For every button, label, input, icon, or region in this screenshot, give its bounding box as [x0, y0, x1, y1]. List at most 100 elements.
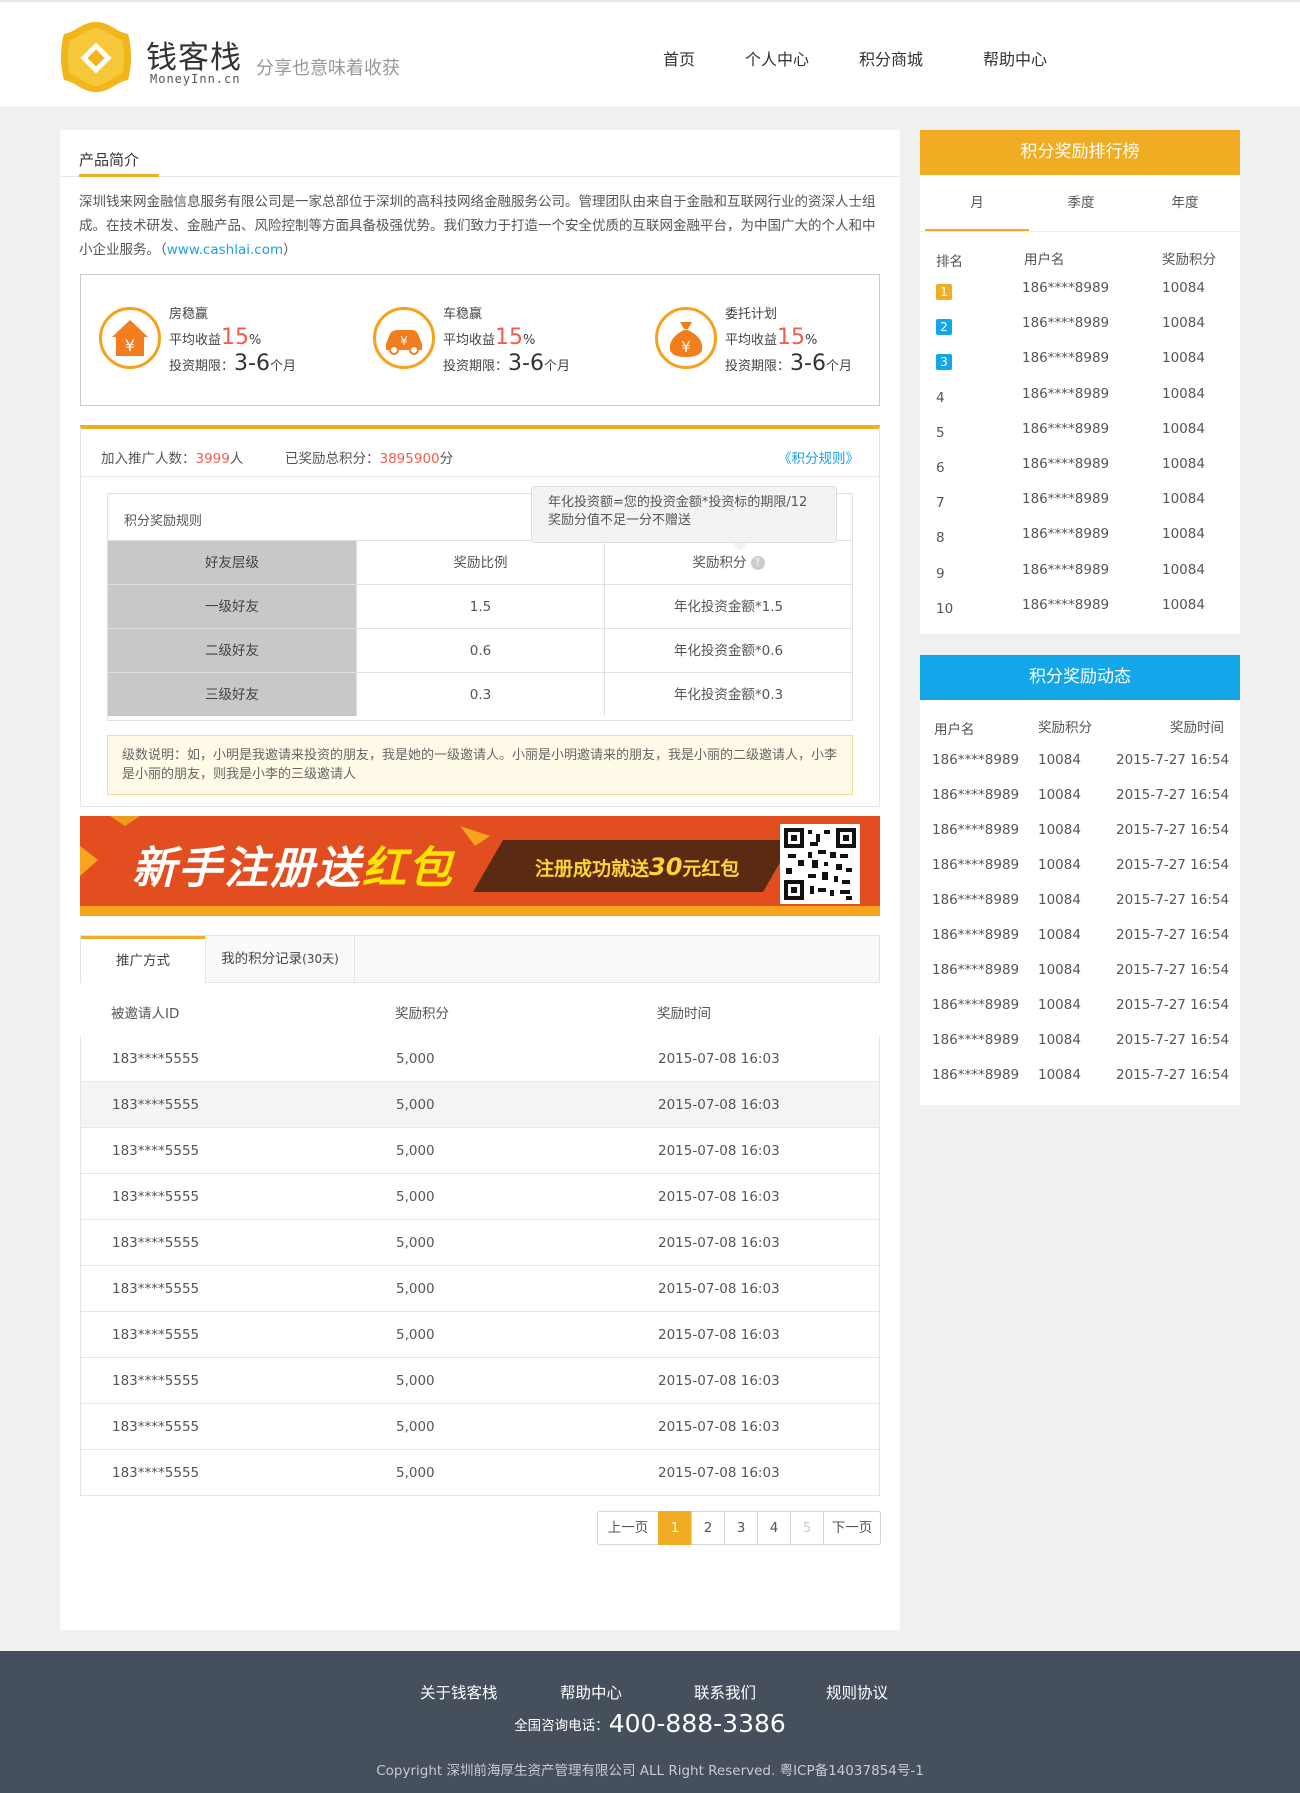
- product-car[interactable]: ¥ 车稳赢 平均收益15% 投资期限：3-6个月: [373, 303, 613, 383]
- table-row: 183****5555 5,000 2015-07-08 16:03: [80, 1266, 880, 1312]
- nav-home[interactable]: 首页: [663, 46, 695, 70]
- tab-month[interactable]: 月: [925, 175, 1029, 231]
- divider: [81, 476, 879, 477]
- site-link[interactable]: www.cashlai.com: [167, 242, 283, 258]
- rank-user: 186****8989: [1022, 596, 1110, 613]
- feed-time: 2015-7-27 16:54: [1116, 1032, 1230, 1048]
- joined-count: 加入推广人数：3999人: [101, 451, 244, 467]
- intro-title: 产品简介: [79, 151, 140, 169]
- svg-text:¥: ¥: [125, 336, 135, 355]
- page-5-button[interactable]: 5: [790, 1511, 824, 1545]
- table-row: 183****5555 5,000 2015-07-08 16:03: [80, 1220, 880, 1266]
- feed-time: 2015-7-27 16:54: [1116, 927, 1230, 943]
- product-house[interactable]: ¥ 房稳赢 平均收益15% 投资期限：3-6个月: [99, 303, 339, 383]
- feed-user: 186****8989: [932, 892, 1020, 908]
- nav-personal-center[interactable]: 个人中心: [745, 46, 809, 70]
- title-underline: [79, 174, 159, 177]
- page-1-button[interactable]: 1: [658, 1511, 692, 1545]
- column-header-user: 用户名: [1024, 252, 1065, 268]
- divider: [920, 231, 1240, 232]
- ranking-panel: 积分奖励排行榜 月 季度 年度 排名 用户名 奖励积分 1 186****8989…: [920, 130, 1240, 634]
- signup-banner[interactable]: 新手注册送红包 注册成功就送30元红包: [80, 816, 880, 916]
- feed-points: 10084: [1038, 927, 1081, 943]
- rank-number: 7: [936, 495, 945, 512]
- table-header: 好友层级: [108, 540, 356, 584]
- formula-tooltip: 年化投资额=您的投资金额*投资标的期限/12 奖励分值不足一分不赠送: [531, 486, 837, 551]
- rank-number: 10: [936, 600, 954, 617]
- feed-user: 186****8989: [932, 857, 1020, 873]
- page-3-button[interactable]: 3: [724, 1511, 758, 1545]
- table-cell: 三级好友: [108, 672, 356, 716]
- feed-user: 186****8989: [932, 787, 1020, 803]
- site-header: 钱客栈 MoneyInn.cn 分享也意味着收获 首页 个人中心 积分商城 帮助…: [0, 0, 1300, 108]
- feed-time: 2015-7-27 16:54: [1116, 752, 1230, 768]
- feed-points: 10084: [1038, 962, 1081, 978]
- table-row: 183****5555 5,000 2015-07-08 16:03: [80, 1082, 880, 1128]
- column-header-time: 奖励时间: [657, 1006, 711, 1022]
- feed-time: 2015-7-27 16:54: [1116, 892, 1230, 908]
- tab-year[interactable]: 年度: [1133, 175, 1237, 231]
- next-page-button[interactable]: 下一页: [823, 1511, 881, 1545]
- rules-title: 积分奖励规则: [124, 514, 203, 529]
- activity-title: 积分奖励动态: [920, 655, 1240, 700]
- ranking-title: 积分奖励排行榜: [920, 130, 1240, 175]
- feed-time: 2015-7-27 16:54: [1116, 822, 1230, 838]
- table-row: 183****5555 5,000 2015-07-08 16:03: [80, 1404, 880, 1450]
- points-rules-link[interactable]: 《积分规则》: [778, 447, 859, 467]
- rank-user: 186****8989: [1022, 456, 1110, 472]
- rank-points: 10084: [1162, 420, 1205, 437]
- rank-number: 3: [936, 354, 952, 371]
- rank-number: 5: [936, 424, 945, 441]
- tab-quarter[interactable]: 季度: [1029, 175, 1133, 231]
- rank-points: 10084: [1162, 491, 1205, 508]
- rank-user: 186****8989: [1022, 315, 1110, 332]
- table-cell: 0.6: [356, 628, 604, 672]
- table-row: 183****5555 5,000 2015-07-08 16:03: [80, 1450, 880, 1496]
- help-icon[interactable]: ?: [750, 556, 765, 570]
- table-cell: 二级好友: [108, 628, 356, 672]
- logo-subtitle: MoneyInn.cn: [150, 72, 241, 86]
- table-row: 183****5555 5,000 2015-07-08 16:03: [80, 1312, 880, 1358]
- column-header-time: 奖励时间: [1170, 720, 1224, 736]
- record-tabs: 推广方式 我的积分记录(30天): [80, 935, 880, 983]
- feed-user: 186****8989: [932, 962, 1020, 978]
- tab-promotion-method[interactable]: 推广方式: [81, 936, 205, 983]
- footer-link-rules[interactable]: 规则协议: [826, 1681, 888, 1703]
- feed-points: 10084: [1038, 1032, 1081, 1048]
- slogan: 分享也意味着收获: [256, 58, 400, 79]
- feed-user: 186****8989: [932, 1067, 1020, 1083]
- prev-page-button[interactable]: 上一页: [597, 1511, 659, 1545]
- feed-time: 2015-7-27 16:54: [1116, 787, 1230, 803]
- feed-points: 10084: [1038, 997, 1081, 1013]
- nav-points-mall[interactable]: 积分商城: [859, 46, 923, 70]
- table-header: 奖励比例: [356, 540, 604, 584]
- moneybag-yuan-icon: ¥: [655, 307, 717, 369]
- feed-points: 10084: [1038, 892, 1081, 908]
- rank-number: 1: [936, 284, 952, 300]
- footer-link-about[interactable]: 关于钱客栈: [420, 1681, 498, 1703]
- rank-points: 10084: [1162, 350, 1205, 367]
- rank-points: 10084: [1162, 315, 1205, 332]
- feed-user: 186****8989: [932, 927, 1020, 943]
- house-yuan-icon: ¥: [99, 307, 161, 369]
- rank-number: 4: [936, 389, 945, 406]
- logo-text[interactable]: 钱客栈: [146, 32, 242, 77]
- rank-points: 10084: [1162, 596, 1205, 613]
- footer-link-contact[interactable]: 联系我们: [694, 1681, 756, 1703]
- rank-points: 10084: [1162, 280, 1205, 296]
- column-header-rank: 排名: [936, 254, 963, 270]
- logo-icon[interactable]: [58, 20, 134, 94]
- product-trust-plan[interactable]: ¥ 委托计划 平均收益15% 投资期限：3-6个月: [655, 303, 895, 383]
- column-header-points: 奖励积分: [395, 1006, 449, 1022]
- table-cell: 年化投资金额*1.5: [604, 584, 852, 628]
- footer-link-help[interactable]: 帮助中心: [560, 1681, 622, 1703]
- page-4-button[interactable]: 4: [757, 1511, 791, 1545]
- table-row: 183****5555 5,000 2015-07-08 16:03: [80, 1358, 880, 1404]
- feed-time: 2015-7-27 16:54: [1116, 1067, 1230, 1083]
- tab-points-record[interactable]: 我的积分记录(30天): [205, 936, 355, 983]
- nav-help-center[interactable]: 帮助中心: [983, 46, 1047, 70]
- rank-points: 10084: [1162, 561, 1205, 578]
- product-cards: ¥ 房稳赢 平均收益15% 投资期限：3-6个月 ¥ 车稳赢 平均收益15% 投…: [80, 274, 880, 406]
- feed-user: 186****8989: [932, 1032, 1020, 1048]
- page-2-button[interactable]: 2: [691, 1511, 725, 1545]
